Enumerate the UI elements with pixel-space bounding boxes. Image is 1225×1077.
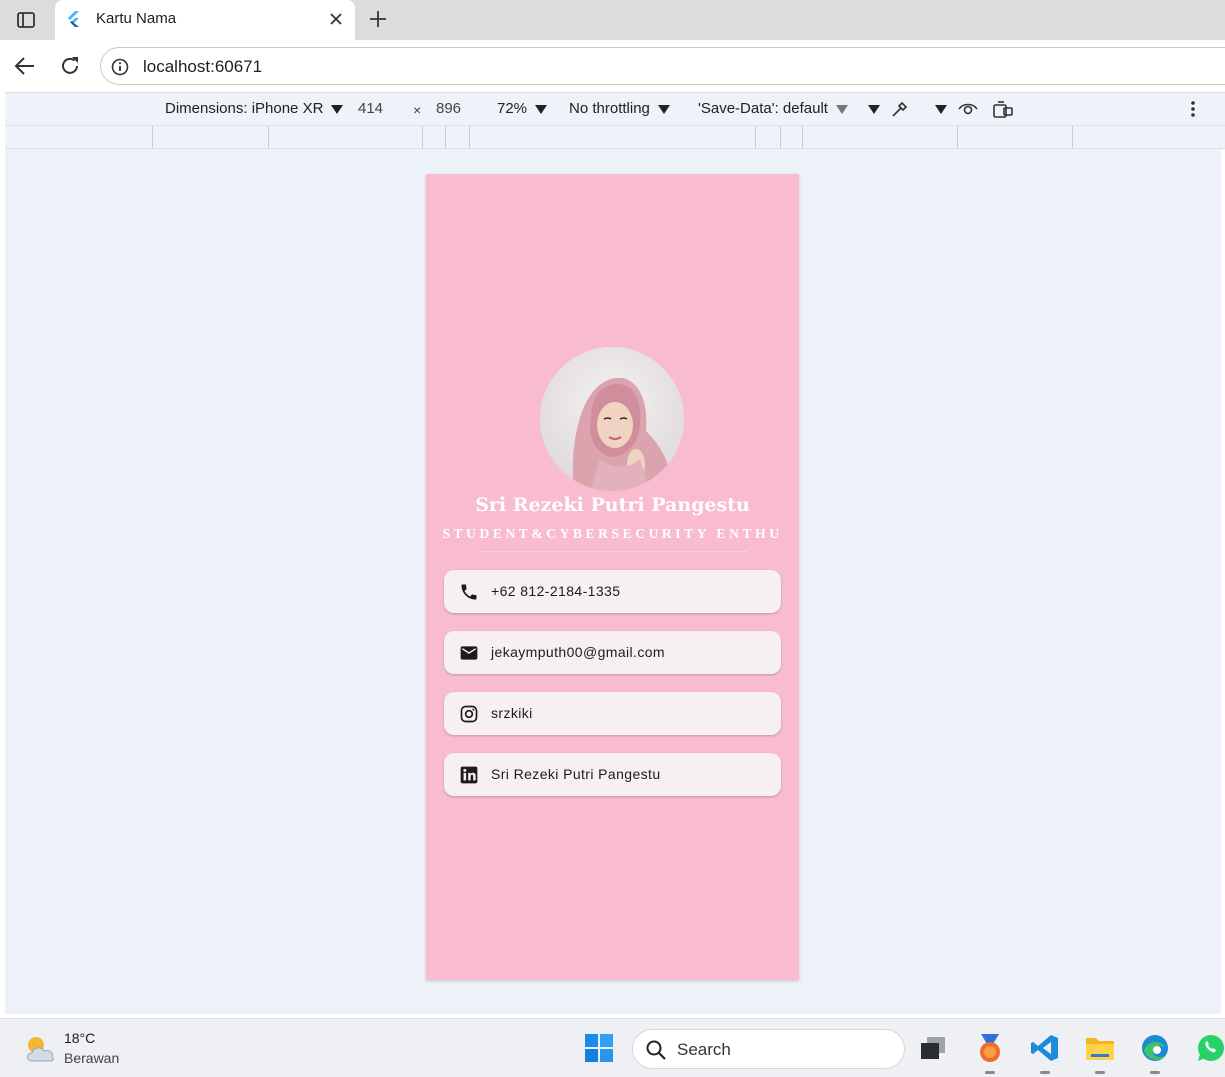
tab-strip: Kartu Nama [0, 0, 1225, 40]
dropdown-arrow-icon [535, 104, 548, 114]
tab-title: Kartu Nama [96, 10, 177, 27]
eye-icon[interactable] [957, 98, 979, 120]
search-icon [645, 1039, 667, 1061]
flutter-icon [65, 10, 83, 28]
contact-email[interactable]: jekaymputh00@gmail.com [444, 631, 781, 674]
taskbar-search[interactable]: Search [632, 1029, 905, 1069]
linkedin-icon [458, 764, 480, 786]
ruler-tick [445, 126, 446, 149]
sidebar-toggle-icon[interactable] [14, 8, 38, 32]
ruler-tick [268, 126, 269, 149]
ruler-tick [422, 126, 423, 149]
contact-linkedin[interactable]: Sri Rezeki Putri Pangestu [444, 753, 781, 796]
contact-text: +62 812-2184-1335 [491, 583, 621, 599]
file-explorer-icon[interactable] [1083, 1031, 1117, 1074]
dropdown-arrow-icon [935, 104, 947, 114]
reload-icon[interactable] [57, 53, 83, 79]
ruler-tick [469, 126, 470, 149]
running-indicator [1150, 1071, 1160, 1074]
ruler-tick [802, 126, 803, 149]
browser-toolbar: localhost:60671 [0, 40, 1225, 92]
card-name: Sri Rezeki Putri Pangestu [475, 494, 750, 516]
viewport-scrollbar[interactable] [1221, 149, 1225, 1014]
dropdown-arrow-icon [868, 104, 880, 114]
vision-dropdown[interactable] [927, 100, 947, 117]
device-dimensions-dropdown[interactable]: Dimensions: iPhone XR [165, 100, 344, 117]
weather-temperature[interactable]: 18°C [64, 1030, 95, 1046]
device-label: Dimensions: iPhone XR [165, 100, 324, 117]
contact-phone[interactable]: +62 812-2184-1335 [444, 570, 781, 613]
save-data-dropdown[interactable]: 'Save-Data': default [698, 100, 848, 117]
instagram-icon [458, 703, 480, 725]
ruler-tick [152, 126, 153, 149]
phone-icon [458, 581, 480, 603]
search-label: Search [677, 1040, 731, 1059]
contact-text: jekaymputh00@gmail.com [491, 644, 665, 660]
dropdown-arrow-icon [331, 104, 344, 114]
task-view-icon[interactable] [916, 1031, 950, 1065]
screen: Kartu Nama localhost:60671 Dimensions: i… [0, 0, 1225, 1077]
throttling-dropdown[interactable]: No throttling [569, 100, 670, 117]
width-input[interactable]: 414 [358, 100, 383, 117]
vscode-icon[interactable] [1028, 1031, 1062, 1074]
new-tab-icon[interactable] [365, 6, 391, 32]
running-indicator [1040, 1071, 1050, 1074]
active-tab[interactable]: Kartu Nama [55, 0, 355, 40]
back-arrow-icon[interactable] [12, 53, 38, 79]
weather-description[interactable]: Berawan [64, 1050, 119, 1066]
info-icon[interactable] [110, 57, 130, 77]
app-medal-icon[interactable] [973, 1031, 1007, 1074]
dropdown-arrow-icon [835, 104, 848, 114]
weather-cloud-icon[interactable] [22, 1031, 58, 1065]
address-bar[interactable]: localhost:60671 [100, 47, 1225, 85]
contact-text: srzkiki [491, 705, 533, 721]
media-query-ruler [5, 125, 1225, 149]
divider [479, 551, 747, 552]
times-sign: × [413, 102, 422, 118]
url-text: localhost:60671 [143, 57, 263, 76]
contact-instagram[interactable]: srzkiki [444, 692, 781, 735]
whatsapp-icon[interactable] [1193, 1031, 1225, 1065]
save-data-value: 'Save-Data': default [698, 100, 828, 117]
ruler-tick [755, 126, 756, 149]
close-tab-icon[interactable] [327, 10, 345, 28]
ruler-tick [780, 126, 781, 149]
dropdown-arrow-icon [657, 104, 670, 114]
contact-text: Sri Rezeki Putri Pangestu [491, 766, 661, 782]
more-options-dropdown[interactable] [860, 100, 880, 117]
eyedropper-icon[interactable] [889, 98, 911, 120]
profile-avatar [540, 347, 684, 491]
running-indicator [985, 1071, 995, 1074]
ruler-tick [1072, 126, 1073, 149]
zoom-value: 72% [497, 100, 528, 117]
windows-start-icon[interactable] [584, 1033, 614, 1063]
taskbar: 18°C Berawan Search [0, 1018, 1225, 1077]
zoom-dropdown[interactable]: 72% [497, 100, 548, 117]
throttling-value: No throttling [569, 100, 650, 117]
device-toolbar: Dimensions: iPhone XR 414 × 896 72% No t… [5, 92, 1225, 125]
more-vert-icon[interactable] [1182, 98, 1204, 120]
business-card-screen: Sri Rezeki Putri Pangestu STUDENT&CYBERS… [426, 174, 799, 980]
edge-icon[interactable] [1138, 1031, 1172, 1074]
rotate-icon[interactable] [992, 98, 1014, 120]
running-indicator [1095, 1071, 1105, 1074]
emulated-viewport: Sri Rezeki Putri Pangestu STUDENT&CYBERS… [5, 149, 1225, 1014]
email-icon [458, 642, 480, 664]
card-tagline: STUDENT&CYBERSECURITY ENTHU [442, 526, 783, 541]
height-input[interactable]: 896 [436, 100, 461, 117]
ruler-tick [957, 126, 958, 149]
